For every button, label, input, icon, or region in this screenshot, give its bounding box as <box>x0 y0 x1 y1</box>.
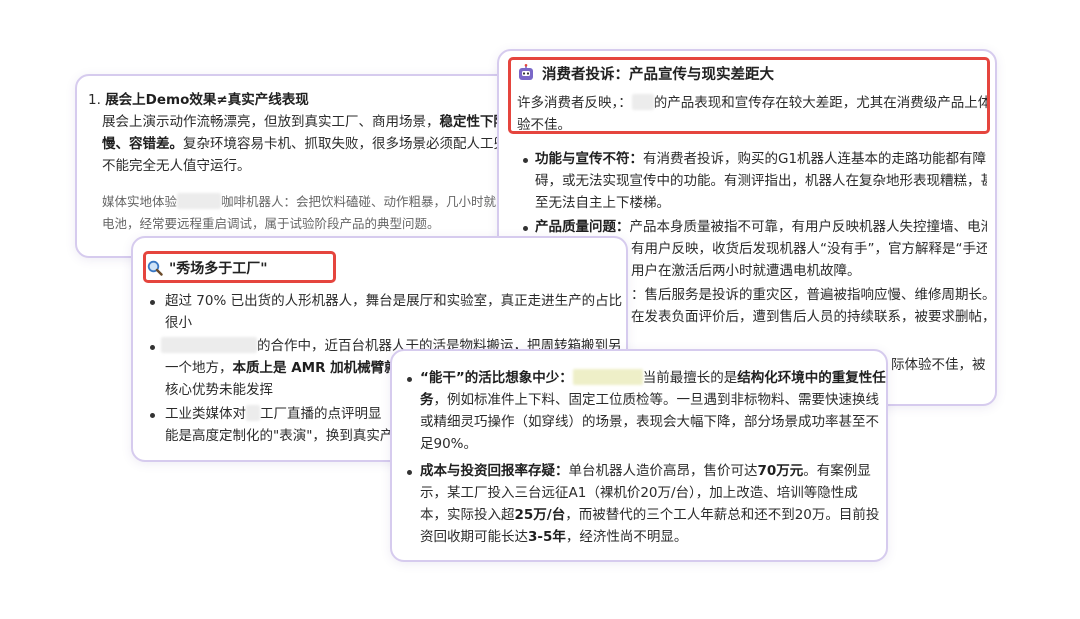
card2-b2-c: 用户在激活后两小时就遭遇电机故障。 <box>631 263 861 279</box>
card2-b1-c: 至无法自主上下楼梯。 <box>535 195 670 211</box>
card2-b1-b: 碍，或无法实现宣传中的功能。有测评指出，机器人在复杂地形表现糟糕，甚 <box>535 173 987 189</box>
card2-b2-b: 有用户反映，收货后发现机器人“没有手”，官方解释是“手还没 <box>631 241 987 257</box>
card4-b2-key: 成本与投资回报率存疑： <box>420 463 569 479</box>
card3-b3-a: 工业类媒体对 <box>165 406 246 422</box>
card1-title: 展会上Demo效果≠真实产线表现 <box>105 92 309 108</box>
card4-b1-b: ，例如标准件上下料、固定工位质检等。一旦遇到非标物料、需要快速换线 <box>433 392 880 408</box>
bullet <box>407 377 412 382</box>
card2-b2-key: 产品质量问题： <box>535 219 630 235</box>
card2-b2-a: 产品本身质量被指不可靠，有用户反映机器人失控撞墙、电池 <box>629 219 988 235</box>
card1-line2: 复杂环境容易卡机、抓取失败，很多场景必须配人工兜底 <box>183 136 521 152</box>
bullet <box>150 345 155 350</box>
card4-b1-a: 当前最擅长的是 <box>642 370 738 386</box>
card1-line1: 展会上演示动作流畅漂亮，但放到真实工厂、商用场景， <box>102 114 440 130</box>
card1-source-a: 媒体实地体验 <box>102 194 178 209</box>
redacted-text <box>572 369 643 385</box>
card-capability-and-roi: “能干”的活比想象中少： 当前最擅长的是结构化环境中的重复性任 务，例如标准件上下… <box>390 349 888 562</box>
card4-b2-key4: 3-5年 <box>528 529 566 545</box>
card4-b2-d2: ，经济性尚不明显。 <box>565 529 688 545</box>
card4-b2-d1: 资回收期可能长达 <box>420 529 528 545</box>
card2-b1-key: 功能与宣传不符： <box>535 151 643 167</box>
list-number: 1. <box>88 92 101 108</box>
card2-b3-b: 在发表负面评价后，遭到售后人员的持续联系，被要求删帖， <box>631 309 987 325</box>
card4-b2-a: 单台机器人造价高昂，售价可达 <box>568 463 758 479</box>
card4-b2-c2: ，而被替代的三个工人年薪总和还不到20万。目前投 <box>565 507 880 523</box>
card4-b2-key3: 25万/台 <box>514 507 566 523</box>
card4-b1-c: 或精细灵巧操作（如穿线）的场景，表现会大幅下降，部分场景成功率甚至不 <box>420 414 879 430</box>
bullet <box>407 470 412 475</box>
card2-b3-a: ：售后服务是投诉的重灾区，普遍被指响应慢、维修周期长。 <box>631 287 987 303</box>
card4-b1-key: “能干”的活比想象中少： <box>420 370 573 386</box>
bullet <box>523 158 528 163</box>
card1-bold2: 慢、容错差。 <box>102 136 183 152</box>
redacted-text <box>161 337 257 353</box>
card2-b1-a: 有消费者投诉，购买的G1机器人连基本的走路功能都有障 <box>643 151 987 167</box>
card-demo-vs-production: 1. 展会上Demo效果≠真实产线表现 展会上演示动作流畅漂亮，但放到真实工厂、… <box>75 74 545 258</box>
bullet <box>150 413 155 418</box>
card4-b2-b: 示，某工厂投入三台远征A1（裸机价20万/台），加上改造、培训等隐性成 <box>420 485 858 501</box>
card3-b3-c: 能是高度定制化的"表演"，换到真实产线 <box>165 428 407 444</box>
highlight-box-showroom <box>143 251 336 283</box>
card4-b1-key3: 务 <box>420 392 434 408</box>
card3-b1-b: 很小 <box>165 315 192 331</box>
card4-b1-d: 足90%。 <box>420 436 478 452</box>
card4-b1-key2: 结构化环境中的重复性任 <box>737 370 886 386</box>
redacted-text <box>246 405 260 421</box>
highlight-box-complaints <box>508 57 990 134</box>
redacted-text <box>177 193 222 209</box>
card3-b2-b: 一个地方， <box>165 360 233 376</box>
card1-line3: 不能完全无人值守运行。 <box>102 158 251 174</box>
card3-b1-a: 超过 70% 已出货的人形机器人，舞台是展厅和实验室，真正走进生产的占比 <box>165 293 623 309</box>
card1-source-c: 电池，经常要远程重启调试，属于试验阶段产品的典型问题。 <box>102 216 440 231</box>
card3-b3-b: 工厂直播的点评明显 <box>260 406 382 422</box>
card1-source-b: 咖啡机器人：会把饮料磕碰、动作粗暴，几小时就 <box>221 194 497 209</box>
card4-b2-c1: 本，实际投入超 <box>420 507 515 523</box>
card2-b4: 际体验不佳，被 <box>891 357 986 373</box>
card4-b2-key2: 70万元 <box>757 463 804 479</box>
bullet <box>523 226 528 231</box>
bullet <box>150 300 155 305</box>
card3-b2-key: 本质上是 AMR 加机械臂就能 <box>232 360 412 376</box>
card4-b2-a2: 。有案例显 <box>803 463 871 479</box>
card3-b2-c: 核心优势未能发挥 <box>165 382 273 398</box>
